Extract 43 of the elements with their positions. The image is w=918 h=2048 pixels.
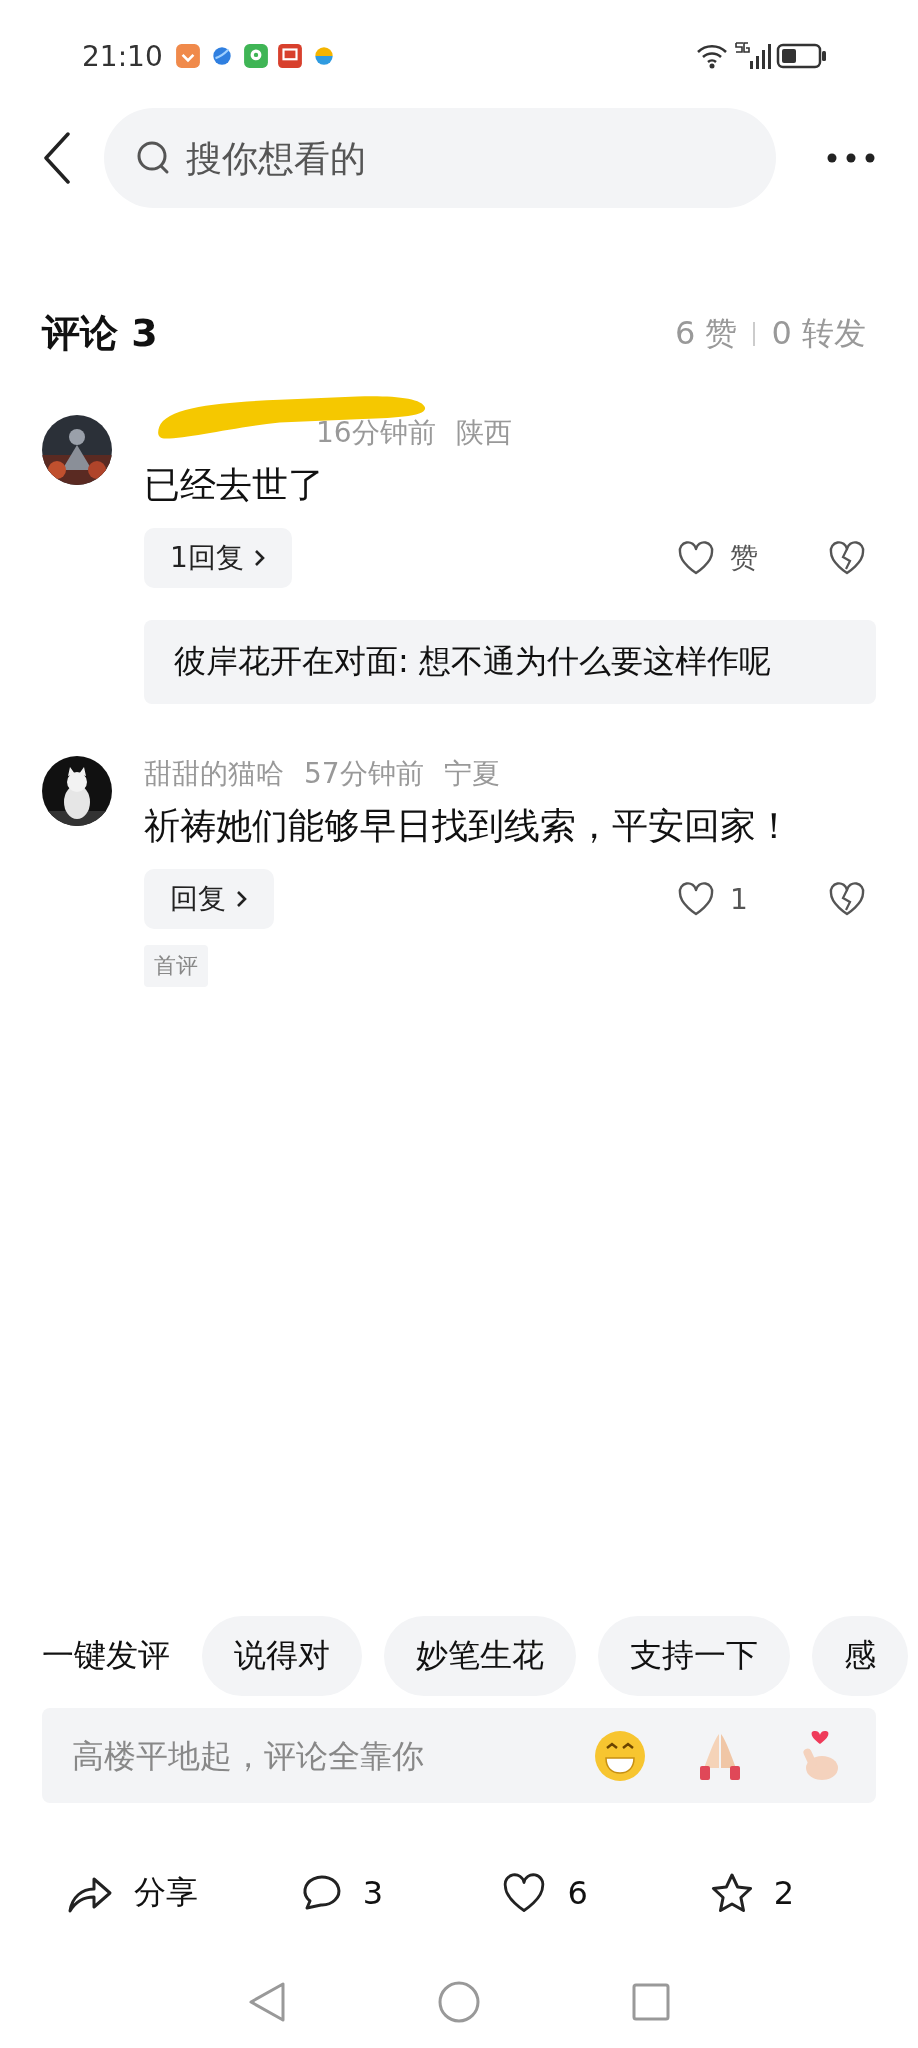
- repost-count: 0 转发: [771, 312, 866, 354]
- clock-time: 21:10: [82, 39, 163, 73]
- reply-button[interactable]: 1回复: [144, 528, 292, 588]
- first-comment-tag: 首评: [144, 945, 208, 987]
- comment-location: 陕西: [455, 415, 512, 451]
- like-button[interactable]: 1: [676, 881, 776, 917]
- home-circle-icon[interactable]: [437, 1980, 481, 2024]
- comment-field[interactable]: 高楼平地起，评论全靠你: [42, 1708, 876, 1803]
- quick-comment-chip[interactable]: 说得对: [202, 1616, 362, 1696]
- back-triangle-icon[interactable]: [247, 1980, 287, 2024]
- reply-preview[interactable]: 彼岸花开在对面: 想不通为什么要这样作呢: [144, 620, 876, 704]
- quick-comment-label: 一键发评: [42, 1635, 170, 1676]
- quick-comment-chip[interactable]: 支持一下: [598, 1616, 790, 1696]
- section-title: 评论 3: [42, 310, 158, 357]
- quick-comment-chip[interactable]: 感: [812, 1616, 908, 1696]
- comments-button[interactable]: 3: [298, 1872, 502, 1914]
- comment-text: 祈祷她们能够早日找到线索，平安回家！: [144, 804, 792, 848]
- star-icon: [709, 1872, 754, 1914]
- app-icon: [174, 43, 201, 69]
- like-count: 6 赞: [674, 312, 738, 354]
- like-button[interactable]: 6: [501, 1872, 710, 1914]
- search-field[interactable]: 搜你想看的: [104, 108, 776, 208]
- broken-heart-icon[interactable]: [828, 540, 866, 576]
- app-icon: [242, 43, 269, 69]
- more-icon[interactable]: [826, 152, 876, 164]
- reply-button[interactable]: 回复: [144, 869, 274, 929]
- comment-time: 16分钟前: [316, 415, 436, 451]
- quick-comment-chip[interactable]: 妙笔生花: [384, 1616, 576, 1696]
- chevron-icon: [236, 889, 248, 909]
- share-button[interactable]: 分享: [66, 1871, 299, 1915]
- back-icon[interactable]: [42, 132, 72, 184]
- broken-heart-icon[interactable]: [828, 881, 866, 917]
- chevron-icon: [253, 548, 266, 568]
- signal-icon: [734, 41, 772, 71]
- recents-square-icon[interactable]: [631, 1982, 671, 2022]
- app-icon: [276, 43, 303, 69]
- comment-time: 57分钟前: [304, 756, 424, 792]
- grinning-emoji-icon[interactable]: [592, 1728, 648, 1784]
- battery-icon: [776, 43, 828, 69]
- comment-text: 已经去世了: [144, 463, 324, 507]
- favorite-button[interactable]: 2: [709, 1872, 918, 1914]
- like-button[interactable]: 赞: [676, 539, 776, 577]
- comment-location: 宁夏: [443, 756, 500, 792]
